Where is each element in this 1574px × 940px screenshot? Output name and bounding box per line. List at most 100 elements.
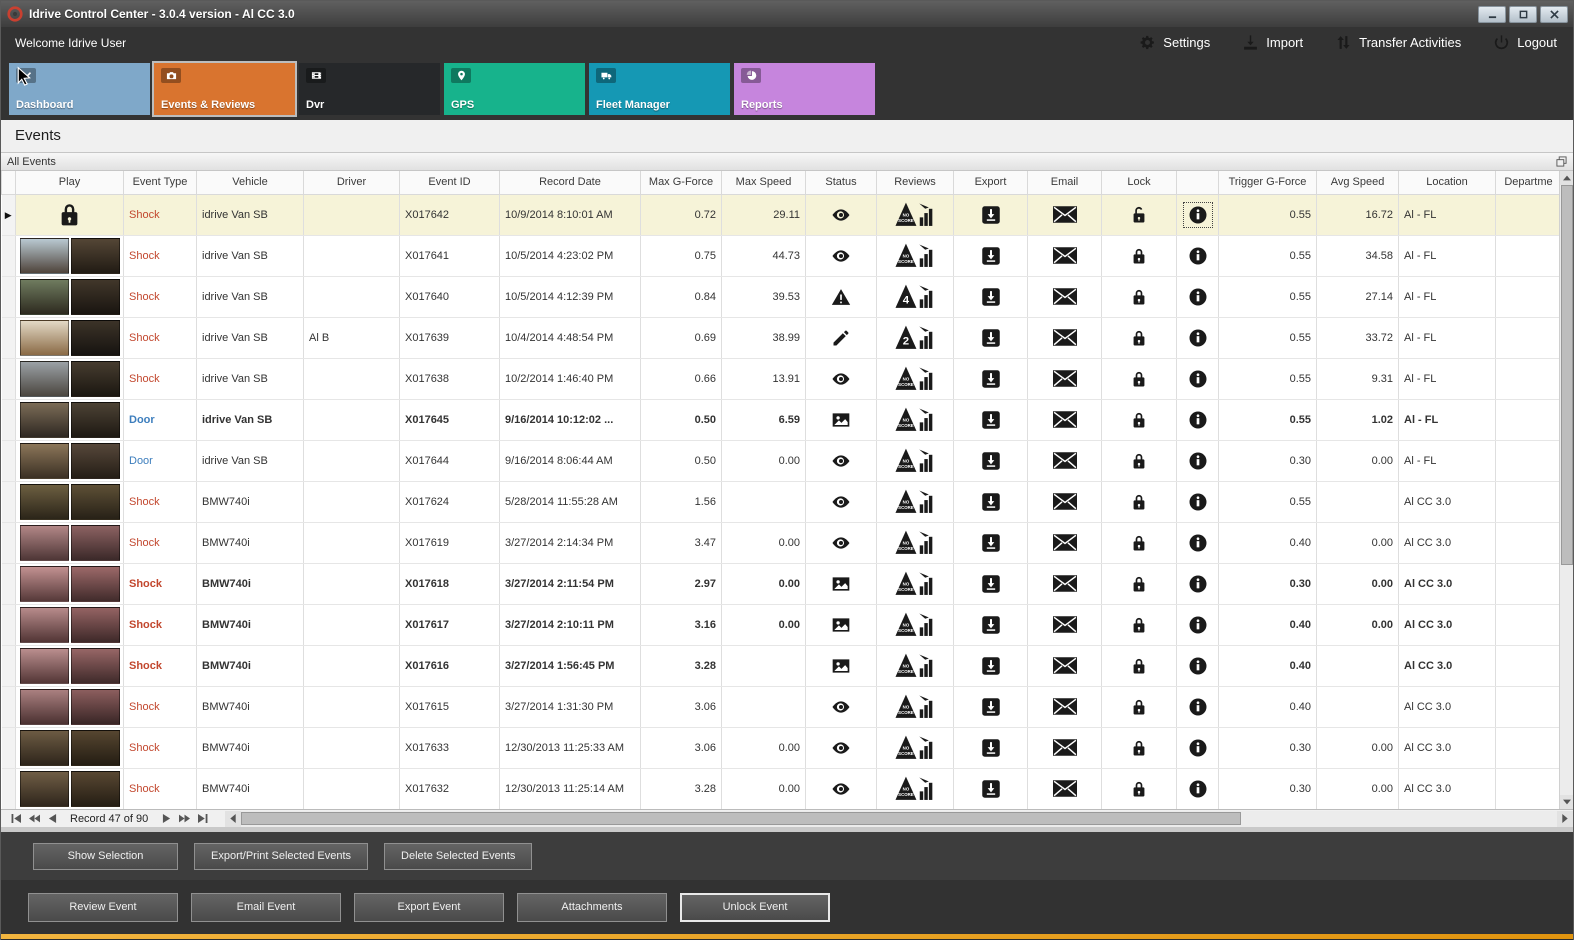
horizontal-scrollbar[interactable] [225, 810, 1573, 827]
info-cell[interactable] [1176, 645, 1219, 687]
review-no-score-icon[interactable]: NO SCORE [895, 365, 935, 392]
column-header-status[interactable]: Status [805, 171, 877, 195]
export-icon[interactable] [981, 369, 1001, 389]
lock-icon[interactable] [1129, 574, 1149, 594]
event-row[interactable]: Shock BMW740i X017632 12/30/2013 11:25:1… [1, 768, 1559, 809]
info-cell[interactable] [1176, 604, 1219, 646]
lock-icon[interactable] [1129, 656, 1149, 676]
lock-cell[interactable] [1101, 686, 1177, 728]
column-header-reviews[interactable]: Reviews [876, 171, 954, 195]
event-thumbnail[interactable] [19, 524, 120, 561]
email-icon[interactable] [1052, 206, 1077, 223]
email-cell[interactable] [1027, 727, 1102, 769]
column-header-record-date[interactable]: Record Date [499, 171, 641, 195]
email-cell[interactable] [1027, 481, 1102, 523]
info-icon[interactable] [1188, 410, 1208, 430]
export-cell[interactable] [953, 727, 1028, 769]
lock-cell[interactable] [1101, 727, 1177, 769]
export-cell[interactable] [953, 563, 1028, 605]
reviews-cell[interactable]: NO SCORE [876, 604, 954, 646]
review-no-score-icon[interactable]: NO SCORE [895, 611, 935, 638]
vertical-scrollbar-thumb[interactable] [1560, 185, 1573, 565]
nav-tile-events-reviews[interactable]: Events & Reviews [152, 61, 297, 117]
email-cell[interactable] [1027, 276, 1102, 318]
row-selector-cell[interactable] [1, 604, 16, 646]
export-cell[interactable] [953, 358, 1028, 400]
row-selector-cell[interactable] [1, 317, 16, 359]
info-icon[interactable] [1188, 574, 1208, 594]
info-cell[interactable] [1176, 194, 1219, 236]
export-icon[interactable] [981, 779, 1001, 799]
row-selector-cell[interactable] [1, 399, 16, 441]
lock-icon[interactable] [1129, 328, 1149, 348]
play-cell[interactable] [15, 317, 124, 359]
event-thumbnail[interactable] [19, 565, 120, 602]
play-cell[interactable] [15, 276, 124, 318]
export-icon[interactable] [981, 656, 1001, 676]
export-icon[interactable] [981, 287, 1001, 307]
info-icon[interactable] [1188, 738, 1208, 758]
email-icon[interactable] [1052, 411, 1077, 428]
row-selector-cell[interactable] [1, 235, 16, 277]
reviews-cell[interactable]: NO SCORE [876, 686, 954, 728]
reviews-cell[interactable]: 4 [876, 276, 954, 318]
email-cell[interactable] [1027, 522, 1102, 564]
lock-cell[interactable] [1101, 358, 1177, 400]
export-icon[interactable] [981, 328, 1001, 348]
review-no-score-icon[interactable]: NO SCORE [895, 242, 935, 269]
info-cell[interactable] [1176, 481, 1219, 523]
nav-tile-gps[interactable]: GPS [444, 63, 585, 115]
export-icon[interactable] [981, 205, 1001, 225]
info-cell[interactable] [1176, 522, 1219, 564]
event-row[interactable]: Door idrive Van SB X017644 9/16/2014 8:0… [1, 440, 1559, 482]
export-cell[interactable] [953, 768, 1028, 809]
export-icon[interactable] [981, 615, 1001, 635]
column-header-departme[interactable]: Departme [1495, 171, 1559, 195]
email-cell[interactable] [1027, 563, 1102, 605]
email-cell[interactable] [1027, 358, 1102, 400]
play-cell[interactable] [15, 235, 124, 277]
lock-cell[interactable] [1101, 522, 1177, 564]
event-thumbnail[interactable] [19, 278, 120, 315]
export-cell[interactable] [953, 235, 1028, 277]
info-cell[interactable] [1176, 317, 1219, 359]
column-header-avg-speed[interactable]: Avg Speed [1316, 171, 1399, 195]
export-icon[interactable] [981, 697, 1001, 717]
reviews-cell[interactable]: NO SCORE [876, 481, 954, 523]
review-event-button[interactable]: Review Event [28, 892, 178, 922]
next-record-button[interactable] [157, 811, 175, 827]
lock-icon[interactable] [1129, 615, 1149, 635]
export-cell[interactable] [953, 440, 1028, 482]
review-no-score-icon[interactable]: NO SCORE [895, 201, 935, 228]
event-thumbnail[interactable] [19, 401, 120, 438]
reviews-cell[interactable]: NO SCORE [876, 563, 954, 605]
export-icon[interactable] [981, 738, 1001, 758]
row-selector-cell[interactable] [1, 276, 16, 318]
row-selector-cell[interactable] [1, 686, 16, 728]
unlock-icon[interactable] [1129, 205, 1149, 225]
info-cell[interactable] [1176, 399, 1219, 441]
next-page-button[interactable] [175, 811, 193, 827]
lock-icon[interactable] [1129, 738, 1149, 758]
scroll-up-button[interactable] [1559, 171, 1573, 185]
export-print-selected-events-button[interactable]: Export/Print Selected Events [194, 842, 369, 870]
play-cell[interactable] [15, 645, 124, 687]
lock-cell[interactable] [1101, 440, 1177, 482]
reviews-cell[interactable]: NO SCORE [876, 727, 954, 769]
row-selector-cell[interactable] [1, 481, 16, 523]
email-cell[interactable] [1027, 317, 1102, 359]
reviews-cell[interactable]: NO SCORE [876, 645, 954, 687]
event-thumbnail[interactable] [19, 442, 120, 479]
play-cell[interactable] [15, 686, 124, 728]
event-row[interactable]: Shock BMW740i X017619 3/27/2014 2:14:34 … [1, 522, 1559, 564]
lock-icon[interactable] [1129, 410, 1149, 430]
lock-icon[interactable] [1129, 697, 1149, 717]
prev-record-button[interactable] [43, 811, 61, 827]
nav-tile-reports[interactable]: Reports [734, 63, 875, 115]
export-icon[interactable] [981, 574, 1001, 594]
lock-icon[interactable] [1129, 779, 1149, 799]
event-row[interactable]: Shock BMW740i X017618 3/27/2014 2:11:54 … [1, 563, 1559, 605]
show-selection-button[interactable]: Show Selection [33, 842, 178, 870]
event-row[interactable]: Door idrive Van SB X017645 9/16/2014 10:… [1, 399, 1559, 441]
info-icon[interactable] [1188, 656, 1208, 676]
